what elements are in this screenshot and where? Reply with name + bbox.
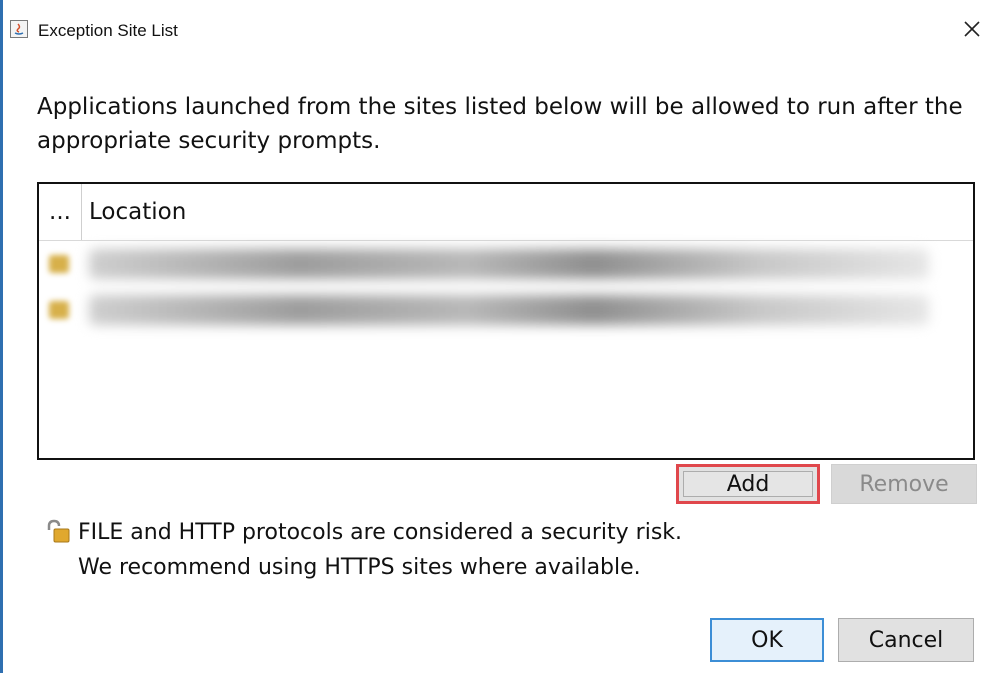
close-icon	[964, 21, 980, 37]
column-header-selection[interactable]: ...	[39, 184, 82, 240]
window-title: Exception Site List	[38, 21, 178, 40]
row-selection-cell	[39, 241, 81, 287]
location-cell-redacted	[89, 249, 929, 279]
ok-button[interactable]: OK	[710, 618, 824, 662]
column-header-location[interactable]: Location	[89, 184, 186, 240]
unlocked-padlock-icon	[44, 519, 70, 543]
title-bar: Exception Site List	[0, 0, 997, 62]
table-body	[39, 241, 973, 333]
java-icon	[10, 20, 28, 38]
window-left-border	[0, 0, 3, 673]
remove-button[interactable]: Remove	[831, 464, 977, 504]
row-status-icon	[49, 301, 69, 319]
row-status-icon	[49, 255, 69, 273]
description-text: Applications launched from the sites lis…	[37, 94, 963, 154]
security-notice-line2: We recommend using HTTPS sites where ava…	[78, 555, 641, 580]
row-selection-cell	[39, 287, 81, 333]
table-row[interactable]	[39, 241, 973, 287]
close-button[interactable]	[957, 14, 987, 44]
add-button-label: Add	[683, 471, 813, 497]
add-button[interactable]: Add	[676, 464, 820, 504]
table-row[interactable]	[39, 287, 973, 333]
table-header: ... Location	[39, 184, 973, 241]
exception-site-table[interactable]: ... Location	[37, 182, 975, 460]
cancel-button[interactable]: Cancel	[838, 618, 974, 662]
location-cell-redacted	[89, 295, 929, 325]
security-notice-line1: FILE and HTTP protocols are considered a…	[78, 520, 683, 545]
